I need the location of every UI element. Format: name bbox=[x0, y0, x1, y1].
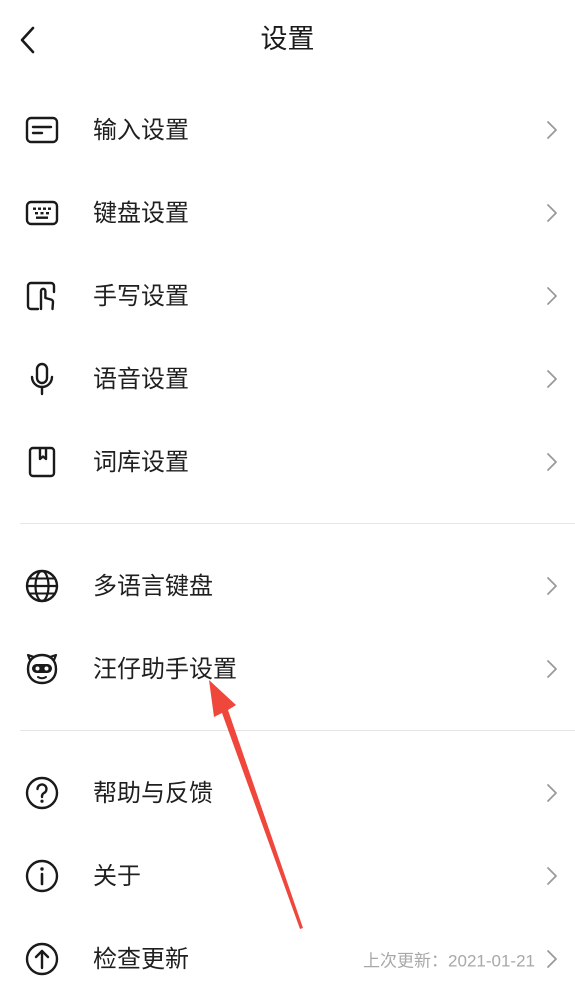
handwriting-icon bbox=[24, 278, 60, 314]
settings-row-about[interactable]: 关于 bbox=[0, 834, 575, 917]
settings-row-label: 关于 bbox=[93, 861, 141, 890]
chevron-right-icon bbox=[545, 451, 559, 473]
settings-row-label: 键盘设置 bbox=[93, 198, 189, 227]
settings-row-voice[interactable]: 语音设置 bbox=[0, 337, 575, 420]
last-update-text: 上次更新：2021-01-21 bbox=[363, 951, 535, 970]
keyboard-icon bbox=[24, 195, 60, 231]
info-circle-icon bbox=[24, 858, 60, 894]
settings-row-label: 汪仔助手设置 bbox=[93, 654, 237, 683]
chevron-right-icon bbox=[545, 865, 559, 887]
settings-list: 输入设置 键盘设置 手写设置 语音设置 词库设置 多语言键盘 汪仔助手设置 帮助… bbox=[0, 88, 575, 1000]
chevron-right-icon bbox=[545, 658, 559, 680]
settings-row-help[interactable]: 帮助与反馈 bbox=[0, 751, 575, 834]
chevron-right-icon bbox=[545, 119, 559, 141]
globe-icon bbox=[24, 568, 60, 604]
chevron-right-icon bbox=[545, 202, 559, 224]
settings-row-input[interactable]: 输入设置 bbox=[0, 88, 575, 171]
top-bar: 设置 bbox=[0, 0, 575, 84]
assistant-mascot-icon bbox=[24, 651, 60, 687]
settings-row-label: 输入设置 bbox=[93, 115, 189, 144]
lexicon-book-icon bbox=[24, 444, 60, 480]
chevron-right-icon bbox=[545, 948, 559, 970]
settings-row-keyboard[interactable]: 键盘设置 bbox=[0, 171, 575, 254]
settings-row-label: 检查更新 bbox=[93, 944, 189, 973]
settings-row-label: 词库设置 bbox=[93, 447, 189, 476]
upload-circle-icon bbox=[24, 941, 60, 977]
chevron-right-icon bbox=[545, 285, 559, 307]
settings-row-lexicon[interactable]: 词库设置 bbox=[0, 420, 575, 503]
settings-row-assistant[interactable]: 汪仔助手设置 bbox=[0, 627, 575, 710]
settings-row-label: 多语言键盘 bbox=[93, 571, 213, 600]
settings-row-label: 手写设置 bbox=[93, 281, 189, 310]
settings-row-label: 帮助与反馈 bbox=[93, 778, 213, 807]
settings-row-handwriting[interactable]: 手写设置 bbox=[0, 254, 575, 337]
help-circle-icon bbox=[24, 775, 60, 811]
chevron-right-icon bbox=[545, 368, 559, 390]
settings-row-label: 语音设置 bbox=[93, 364, 189, 393]
chevron-right-icon bbox=[545, 575, 559, 597]
settings-row-multilang[interactable]: 多语言键盘 bbox=[0, 544, 575, 627]
chevron-right-icon bbox=[545, 782, 559, 804]
microphone-icon bbox=[24, 361, 60, 397]
input-settings-icon bbox=[24, 112, 60, 148]
page-title: 设置 bbox=[260, 24, 315, 55]
